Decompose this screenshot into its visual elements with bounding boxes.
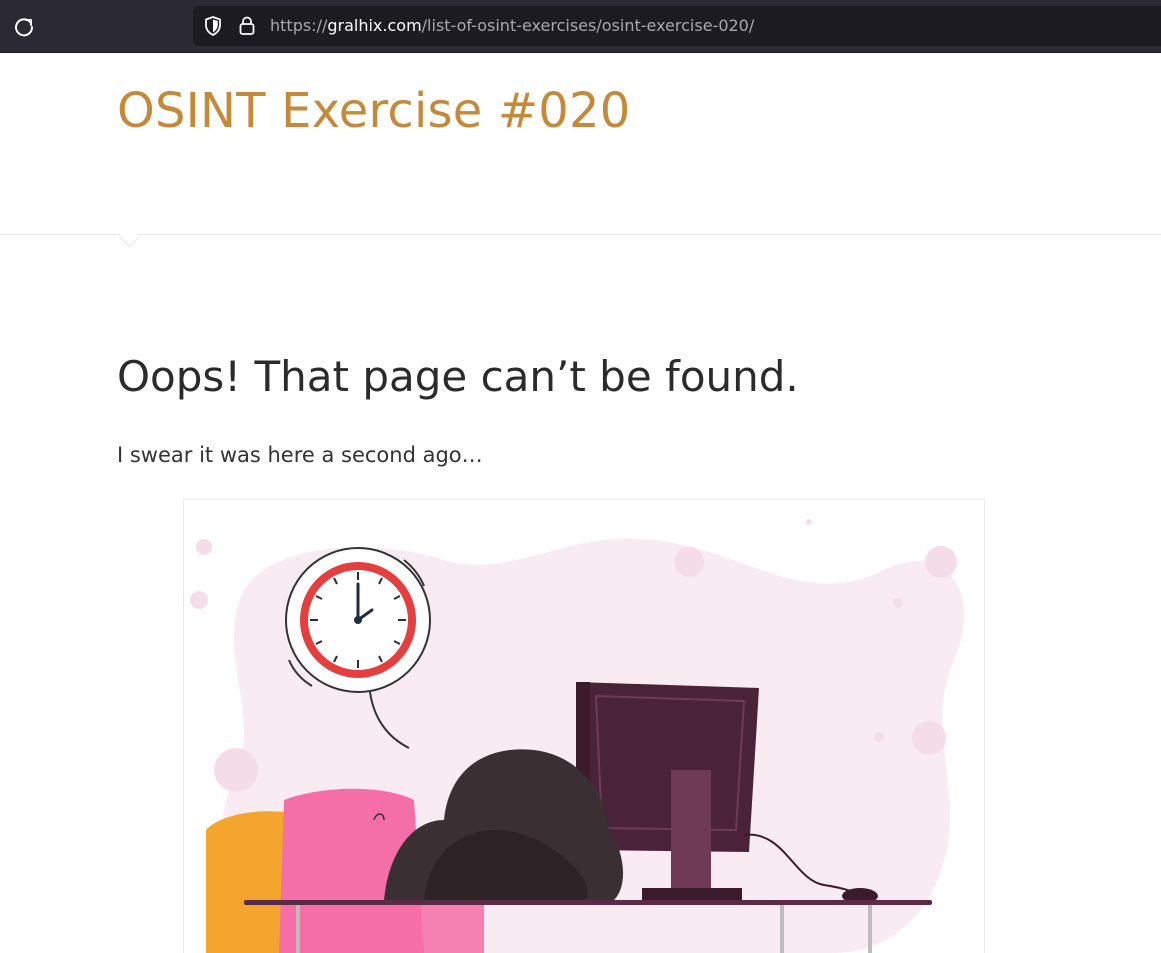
url-host: gralhix.com: [327, 16, 422, 35]
url-path: /list-of-osint-exercises/osint-exercise-…: [421, 16, 755, 35]
shield-icon[interactable]: [203, 15, 223, 37]
page-heading: Oops! That page can’t be found.: [117, 352, 799, 401]
lock-icon[interactable]: [238, 15, 256, 37]
sleeping-at-desk-illustration: [183, 499, 985, 953]
address-bar[interactable]: https://gralhix.com/list-of-osint-exerci…: [193, 6, 1161, 46]
header-divider-notch: [118, 225, 141, 248]
url-scheme: https://: [270, 16, 328, 35]
site-title[interactable]: OSINT Exercise #020: [117, 82, 631, 140]
url-text[interactable]: https://gralhix.com/list-of-osint-exerci…: [270, 15, 754, 37]
browser-toolbar: https://gralhix.com/list-of-osint-exerci…: [0, 0, 1161, 53]
header-divider: [0, 234, 1161, 235]
page-subtext: I swear it was here a second ago…: [117, 443, 483, 467]
reload-icon[interactable]: [12, 15, 36, 39]
